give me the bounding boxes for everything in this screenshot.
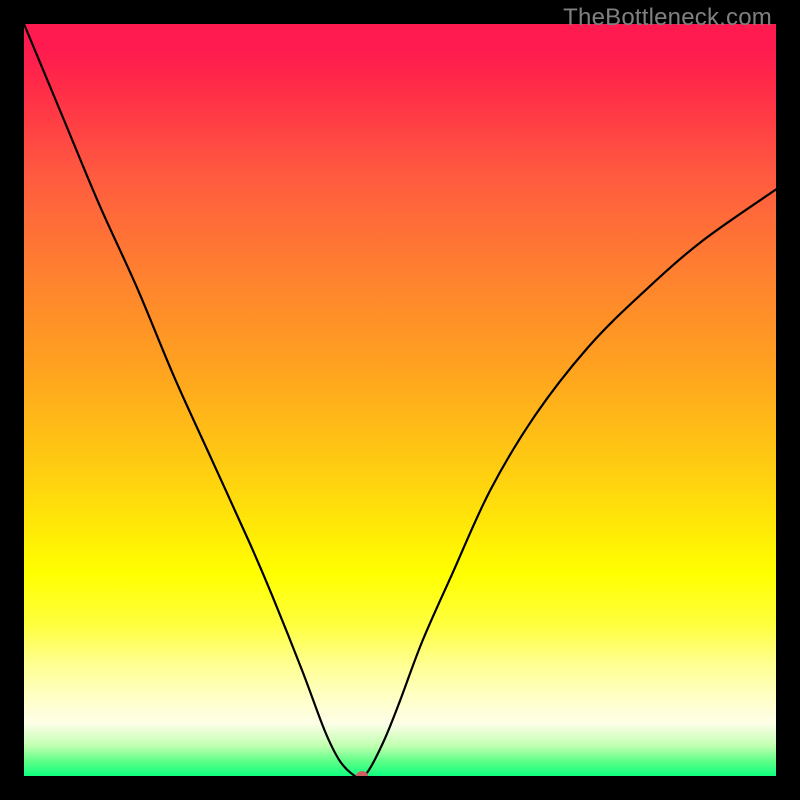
- chart-container: TheBottleneck.com: [0, 0, 800, 800]
- minimum-marker-icon: [356, 771, 368, 776]
- plot-area: [24, 24, 776, 776]
- watermark-text: TheBottleneck.com: [563, 4, 772, 32]
- bottleneck-curve: [24, 24, 776, 776]
- curve-svg: [24, 24, 776, 776]
